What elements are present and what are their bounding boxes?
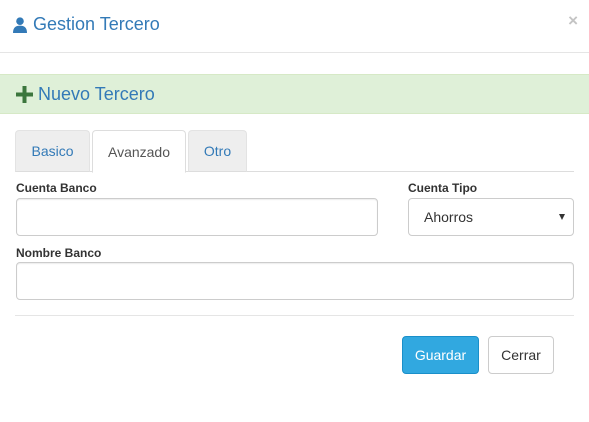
footer-divider [15,315,574,316]
close-icon[interactable]: × [568,12,578,29]
cuenta-tipo-select[interactable]: Ahorros [408,198,574,236]
save-button[interactable]: Guardar [402,336,479,374]
chevron-down-icon [559,214,565,220]
cuenta-tipo-value: Ahorros [424,209,474,225]
panel-heading: Nuevo Tercero [0,74,589,114]
close-button[interactable]: Cerrar [488,336,554,374]
modal-title: Gestion Tercero [13,14,160,35]
modal-title-text: Gestion Tercero [33,14,160,34]
nombre-banco-input[interactable] [16,262,574,300]
cuenta-banco-label: Cuenta Banco [16,181,97,195]
modal-header: Gestion Tercero × [0,0,589,53]
panel-title: Nuevo Tercero [38,83,155,104]
user-icon [13,16,27,33]
cuenta-tipo-label: Cuenta Tipo [408,181,478,195]
plus-icon [16,85,33,103]
tab-bar: Basico Avanzado Otro [15,130,574,173]
tab-basico[interactable]: Basico [15,130,90,172]
nombre-banco-label: Nombre Banco [16,246,102,260]
tab-avanzado[interactable]: Avanzado [92,130,186,173]
tab-otro[interactable]: Otro [188,130,247,172]
modal-dialog: Gestion Tercero × Nuevo Tercero Basico A… [0,0,589,422]
cuenta-banco-input[interactable] [16,198,378,236]
